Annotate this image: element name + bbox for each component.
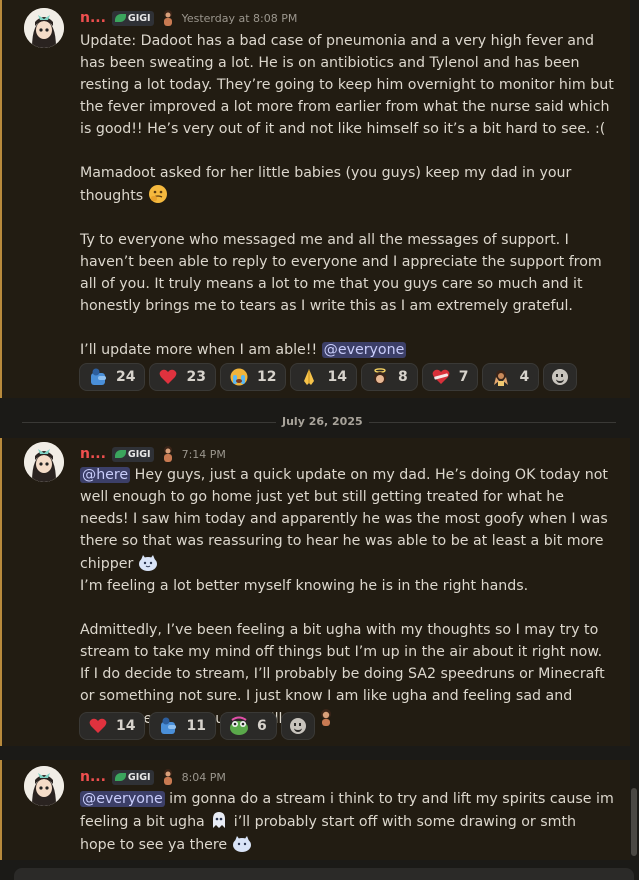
message-content: @everyone im gonna do a stream i think t… bbox=[80, 788, 615, 856]
avatar[interactable] bbox=[24, 766, 64, 806]
role-icon bbox=[163, 769, 172, 785]
add-reaction-button[interactable] bbox=[543, 363, 578, 391]
role-icon bbox=[163, 10, 172, 26]
reaction-pepe[interactable]: 6 bbox=[219, 712, 277, 740]
reaction-bar: 14 11 6 bbox=[79, 712, 315, 740]
message-content: Update: Dadoot has a bad case of pneumon… bbox=[80, 30, 615, 361]
reaction-hug[interactable]: 11 bbox=[149, 712, 216, 740]
hug-icon bbox=[91, 368, 106, 385]
reaction-count: 24 bbox=[116, 369, 136, 385]
message-2: n... GIGI 7:14 PM @here Hey guys, just a… bbox=[0, 438, 630, 746]
message-header: n... GIGI 7:14 PM bbox=[80, 444, 226, 464]
date-divider-label: July 26, 2025 bbox=[276, 415, 369, 428]
reaction-count: 23 bbox=[186, 369, 206, 385]
message-3: n... GIGI 8:04 PM @everyone im gonna do … bbox=[0, 760, 630, 860]
message-composer[interactable] bbox=[14, 868, 634, 880]
paragraph: I’ll update more when I am able!! bbox=[80, 342, 318, 358]
heart-icon bbox=[89, 718, 107, 733]
mention-here[interactable]: @here bbox=[80, 467, 131, 483]
reaction-count: 14 bbox=[327, 369, 347, 385]
timestamp[interactable]: Yesterday at 8:08 PM bbox=[182, 12, 298, 25]
message-content: @here Hey guys, just a quick update on m… bbox=[80, 464, 615, 730]
timestamp[interactable]: 8:04 PM bbox=[182, 771, 226, 784]
guild-tag-label: GIGI bbox=[127, 771, 151, 783]
heart-bandage-icon bbox=[432, 369, 450, 384]
reaction-count: 14 bbox=[116, 718, 136, 734]
scrollbar[interactable] bbox=[631, 788, 637, 856]
username[interactable]: n... bbox=[80, 446, 106, 462]
reaction-praise[interactable]: 4 bbox=[482, 363, 540, 391]
reaction-count: 4 bbox=[519, 369, 530, 385]
leaf-icon bbox=[114, 14, 126, 22]
paragraph: I’m feeling a lot better myself knowing … bbox=[80, 578, 529, 594]
avatar[interactable] bbox=[24, 8, 64, 48]
paragraph: Update: Dadoot has a bad case of pneumon… bbox=[80, 33, 619, 137]
guild-tag[interactable]: GIGI bbox=[111, 769, 154, 785]
message-header: n... GIGI 8:04 PM bbox=[80, 767, 226, 787]
role-icon bbox=[163, 446, 172, 462]
crying-icon bbox=[230, 368, 248, 386]
reaction-heart[interactable]: 23 bbox=[149, 363, 216, 391]
guild-tag[interactable]: GIGI bbox=[111, 446, 154, 462]
message-header: n... GIGI Yesterday at 8:08 PM bbox=[80, 8, 297, 28]
reaction-pray[interactable]: 14 bbox=[290, 363, 357, 391]
add-reaction-button[interactable] bbox=[280, 712, 315, 740]
paragraph: Ty to everyone who messaged me and all t… bbox=[80, 232, 607, 314]
reaction-heart[interactable]: 14 bbox=[79, 712, 146, 740]
guild-tag-label: GIGI bbox=[127, 448, 151, 460]
message-1: n... GIGI Yesterday at 8:08 PM Update: D… bbox=[0, 0, 630, 398]
mention-everyone[interactable]: @everyone bbox=[80, 791, 165, 807]
mention-everyone[interactable]: @everyone bbox=[321, 342, 407, 358]
paragraph: Hey guys, just a quick update on my dad.… bbox=[80, 467, 613, 572]
heart-icon bbox=[160, 369, 177, 384]
praise-icon bbox=[494, 370, 509, 386]
girl-emoji-icon bbox=[321, 709, 332, 726]
pepe-icon bbox=[229, 716, 248, 735]
leaf-icon bbox=[114, 773, 126, 781]
reaction-hug[interactable]: 24 bbox=[79, 363, 146, 391]
cat-blob-icon bbox=[232, 836, 251, 852]
thinking-face-icon bbox=[148, 185, 167, 203]
smiley-icon bbox=[552, 369, 569, 385]
reaction-crying[interactable]: 12 bbox=[219, 363, 287, 391]
pray-icon bbox=[304, 369, 315, 385]
reaction-angel[interactable]: 8 bbox=[360, 363, 418, 391]
angel-icon bbox=[373, 368, 386, 384]
username[interactable]: n... bbox=[80, 769, 106, 785]
reaction-count: 6 bbox=[256, 718, 267, 734]
leaf-icon bbox=[114, 450, 126, 458]
avatar[interactable] bbox=[24, 442, 64, 482]
guild-tag-label: GIGI bbox=[127, 12, 151, 24]
reaction-count: 11 bbox=[186, 718, 206, 734]
ghost-icon bbox=[213, 812, 226, 828]
smiley-icon bbox=[289, 718, 306, 734]
reaction-count: 8 bbox=[397, 369, 408, 385]
reaction-count: 7 bbox=[458, 369, 469, 385]
guild-tag[interactable]: GIGI bbox=[111, 10, 154, 26]
username[interactable]: n... bbox=[80, 10, 106, 26]
cat-blob-icon bbox=[138, 555, 157, 571]
timestamp[interactable]: 7:14 PM bbox=[182, 448, 226, 461]
reaction-count: 12 bbox=[256, 369, 277, 385]
reaction-bar: 24 23 12 14 8 7 4 bbox=[79, 363, 578, 391]
hug-icon bbox=[161, 717, 177, 734]
reaction-heart-bandage[interactable]: 7 bbox=[421, 363, 479, 391]
